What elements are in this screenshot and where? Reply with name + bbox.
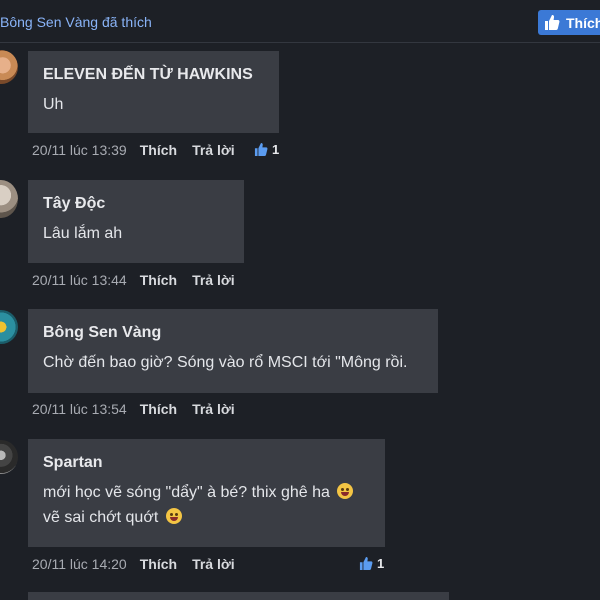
comment-author[interactable]: Bông Sen Vàng [43,323,422,343]
thumbs-up-icon [359,557,373,570]
top-bar: Bông Sen Vàng đã thích Thích [0,0,600,43]
reply-comment-button[interactable]: Trả lời [192,142,235,158]
comment-text-line: mới học vẽ sóng "dẩy" à bé? thix ghê ha [43,480,369,505]
comment-author[interactable]: Spartan [43,453,369,473]
reply-comment-button[interactable]: Trả lời [192,556,235,572]
comment-text-line-1: mới học vẽ sóng "dẩy" à bé? thix ghê ha [43,484,330,501]
comment-author[interactable]: ELEVEN ĐẾN TỪ HAWKINS [43,65,263,85]
rofl-emoji-icon [337,483,354,499]
comment-thread-page: Bông Sen Vàng đã thích Thích ELEVEN ĐẾN … [0,0,600,600]
grin-emoji-icon [165,508,182,524]
reply-comment-button[interactable]: Trả lời [192,401,235,417]
comment-time[interactable]: 20/11 lúc 13:54 [32,401,127,417]
comment-bubble: Spartan mới học vẽ sóng "dẩy" à bé? thix… [28,439,385,547]
comment-text: Uh [43,96,64,113]
thumbs-up-icon [545,15,560,30]
comment-like-count[interactable]: 1 [254,142,279,157]
comment-meta: 20/11 lúc 13:44 Thích Trả lời [32,271,235,289]
reply-comment-button[interactable]: Trả lời [192,272,235,288]
like-comment-button[interactable]: Thích [140,142,177,158]
like-comment-button[interactable]: Thích [140,401,177,417]
comment-text-line-2: vẽ sai chớt quớt [43,509,159,526]
thumbs-up-icon [254,143,268,156]
avatar[interactable] [0,50,18,84]
comment-meta: 20/11 lúc 13:39 Thích Trả lời [32,141,235,159]
avatar[interactable] [0,310,18,344]
comment-text: Chờ đến bao giờ? Sóng vào rổ MSCI tới "M… [43,354,408,371]
comment-time[interactable]: 20/11 lúc 14:20 [32,556,127,572]
comment-meta: 20/11 lúc 13:54 Thích Trả lời [32,400,235,418]
comment-bubble: Bông Sen Vàng Chờ đến bao giờ? Sóng vào … [28,309,438,393]
comment-meta: 20/11 lúc 14:20 Thích Trả lời [32,555,235,573]
comment-bubble: Tây Độc Lâu lắm ah [28,180,244,263]
like-post-label: Thích [566,14,600,31]
comment-text: mới học vẽ sóng "dẩy" à bé? thix ghê ha … [43,480,369,530]
liked-by-link[interactable]: Bông Sen Vàng đã thích [0,14,152,30]
comment-bubble [28,592,449,600]
like-comment-button[interactable]: Thích [140,272,177,288]
like-comment-button[interactable]: Thích [140,556,177,572]
comment-text: Lâu lắm ah [43,225,123,242]
like-post-button[interactable]: Thích [538,10,600,35]
comment-time[interactable]: 20/11 lúc 13:44 [32,272,127,288]
comment-author[interactable]: Tây Độc [43,194,228,214]
avatar[interactable] [0,180,18,218]
comment-bubble: ELEVEN ĐẾN TỪ HAWKINS Uh [28,51,279,133]
like-count-value: 1 [272,142,280,157]
avatar[interactable] [0,440,18,474]
comment-time[interactable]: 20/11 lúc 13:39 [32,142,127,158]
comment-text-line: vẽ sai chớt quớt [43,505,369,530]
like-count-value: 1 [377,556,385,571]
comment-like-count[interactable]: 1 [359,556,384,571]
